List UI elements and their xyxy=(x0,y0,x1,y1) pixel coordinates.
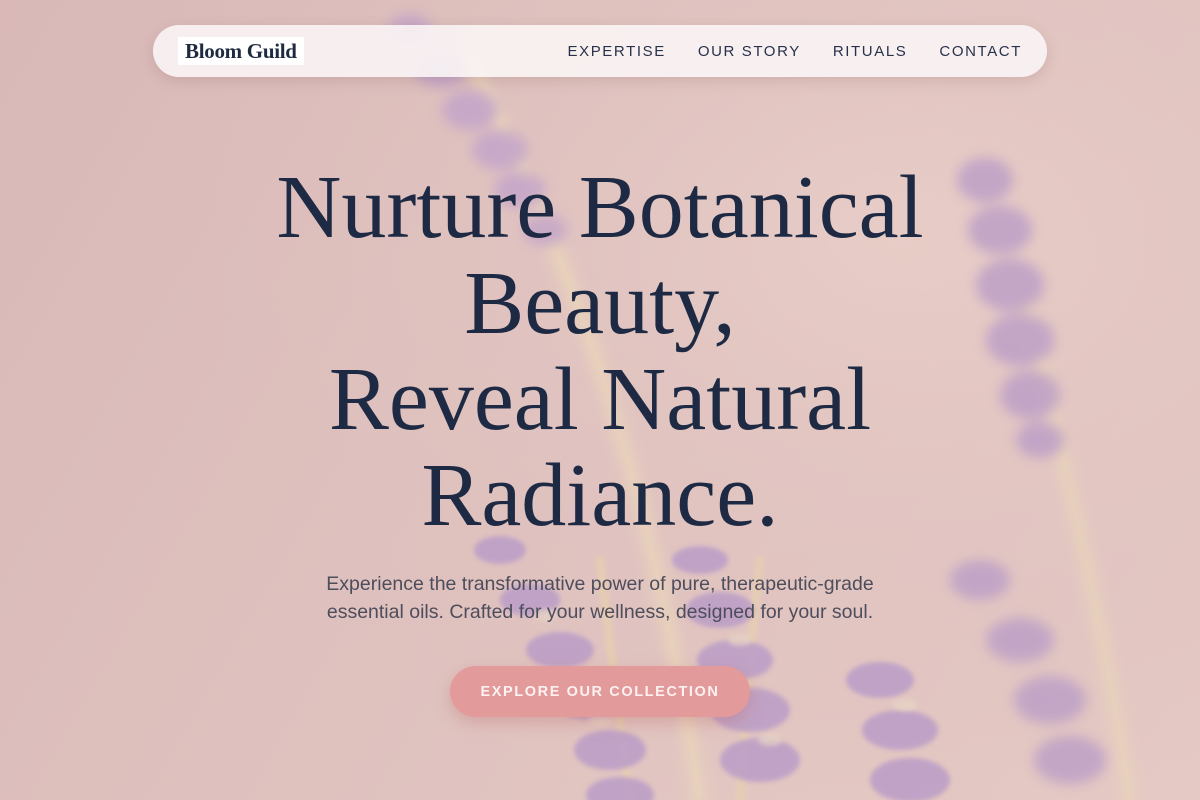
nav-link-expertise[interactable]: EXPERTISE xyxy=(567,43,665,60)
nav-link-contact[interactable]: CONTACT xyxy=(939,43,1022,60)
hero-headline-line: Beauty, xyxy=(464,254,736,353)
hero-headline-line: Nurture Botanical xyxy=(276,158,924,257)
nav-links: EXPERTISE OUR STORY RITUALS CONTACT xyxy=(567,25,1022,77)
explore-collection-button[interactable]: EXPLORE OUR COLLECTION xyxy=(450,666,750,717)
hero-subtitle-line: essential oils. Crafted for your wellnes… xyxy=(326,601,874,623)
hero-headline-line: Radiance. xyxy=(421,446,779,545)
hero-headline-line: Reveal Natural xyxy=(328,350,872,449)
hero-subtitle: Experience the transformative power of p… xyxy=(250,570,950,626)
hero-subtitle-line: Experience the transformative power of p… xyxy=(326,573,874,595)
nav-link-our-story[interactable]: OUR STORY xyxy=(698,43,801,60)
brand-logo[interactable]: Bloom Guild xyxy=(178,37,304,65)
hero-headline: Nurture Botanical Beauty, Reveal Natural… xyxy=(200,160,1000,544)
top-navigation-bar: Bloom Guild EXPERTISE OUR STORY RITUALS … xyxy=(153,25,1047,77)
nav-link-rituals[interactable]: RITUALS xyxy=(833,43,908,60)
